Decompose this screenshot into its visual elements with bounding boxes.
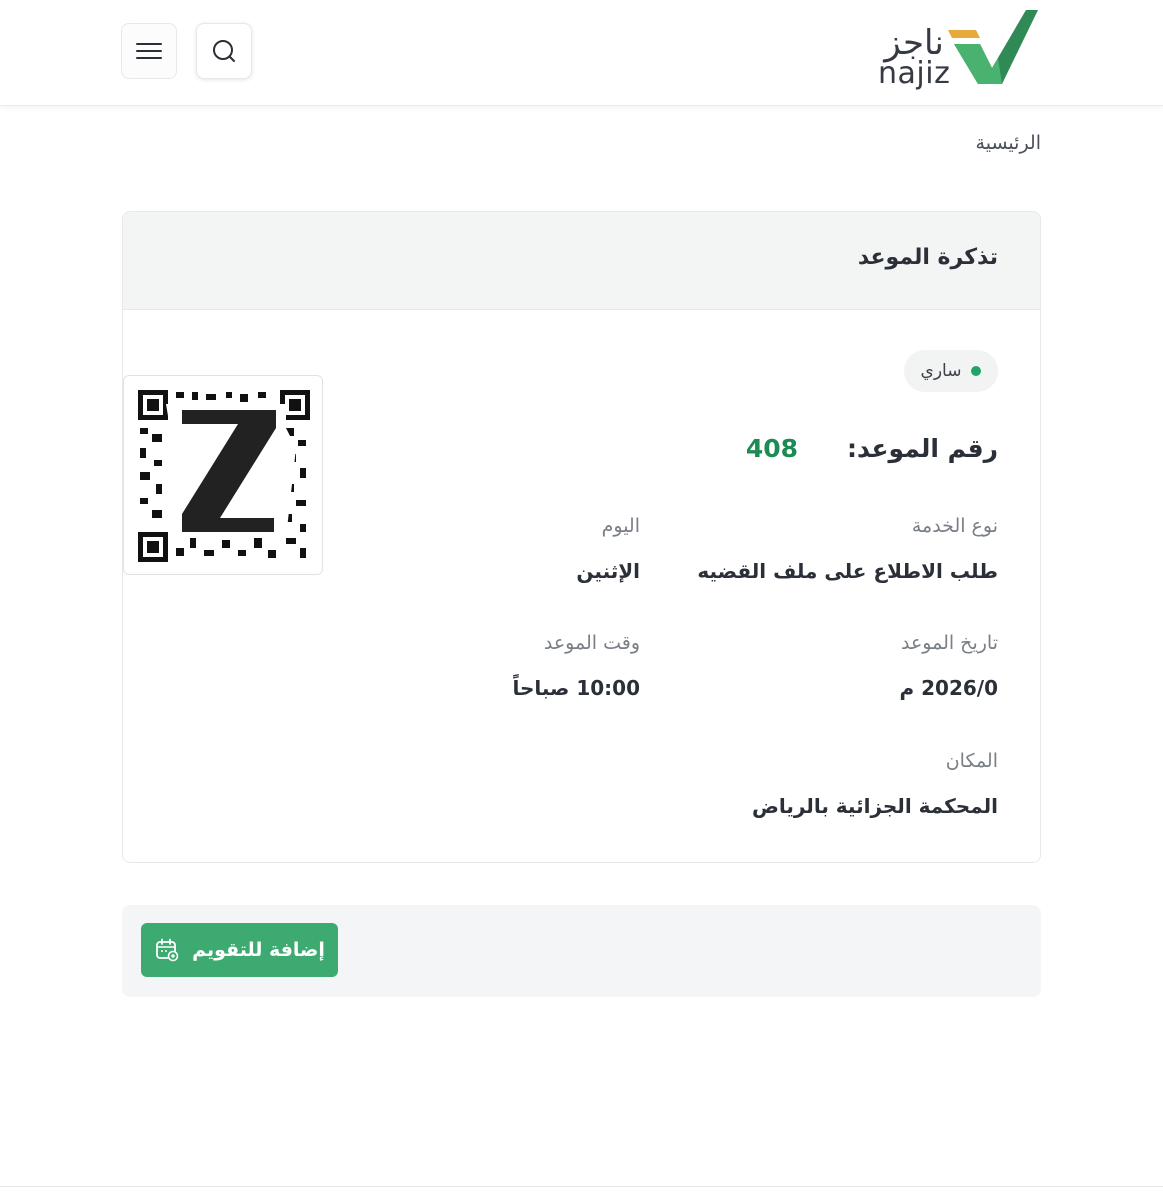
search-icon	[213, 40, 235, 62]
location-value: المحكمة الجزائية بالرياض	[751, 794, 998, 818]
logo-english-text: najiz	[878, 56, 951, 91]
calendar-add-icon	[156, 938, 179, 962]
appointment-time-label: وقت الموعد	[543, 632, 640, 654]
appointment-ticket-card: تذكرة الموعد ساري رقم الموعد: 408 نوع ال…	[122, 211, 1041, 863]
appointment-date-value: 2026/0 م	[899, 676, 998, 700]
appointment-time-value: 10:00 صباحاً	[512, 676, 640, 700]
appointment-number-value: 408	[745, 434, 798, 463]
hamburger-menu-icon	[136, 43, 162, 59]
day-value: الإثنين	[576, 559, 640, 583]
service-type-value: طلب الاطلاع على ملف القضيه	[697, 559, 998, 583]
qr-code	[123, 375, 323, 575]
card-actions-bar: إضافة للتقويم	[122, 905, 1041, 997]
menu-button[interactable]	[121, 23, 177, 79]
status-dot-icon	[971, 366, 982, 376]
status-text: ساري	[920, 361, 962, 381]
location-label: المكان	[945, 750, 998, 772]
card-header: تذكرة الموعد	[123, 212, 1040, 310]
add-to-calendar-button[interactable]: إضافة للتقويم	[141, 923, 338, 977]
page-divider	[0, 1186, 1163, 1187]
add-to-calendar-label: إضافة للتقويم	[192, 939, 325, 961]
day-label: اليوم	[601, 515, 640, 537]
breadcrumb-home[interactable]: الرئيسية	[976, 132, 1041, 154]
najiz-check-icon	[948, 10, 1038, 84]
appointment-number-label: رقم الموعد:	[847, 434, 998, 463]
logo-arabic-text: ناجز	[884, 23, 944, 63]
search-button[interactable]	[196, 23, 252, 79]
qr-code-image	[136, 388, 312, 564]
status-badge: ساري	[904, 350, 998, 392]
card-title: تذكرة الموعد	[857, 245, 998, 270]
appointment-date-label: تاريخ الموعد	[900, 632, 998, 654]
top-header: ناجز najiz	[0, 0, 1163, 106]
service-type-label: نوع الخدمة	[911, 515, 998, 537]
najiz-logo[interactable]: ناجز najiz	[876, 8, 1042, 94]
